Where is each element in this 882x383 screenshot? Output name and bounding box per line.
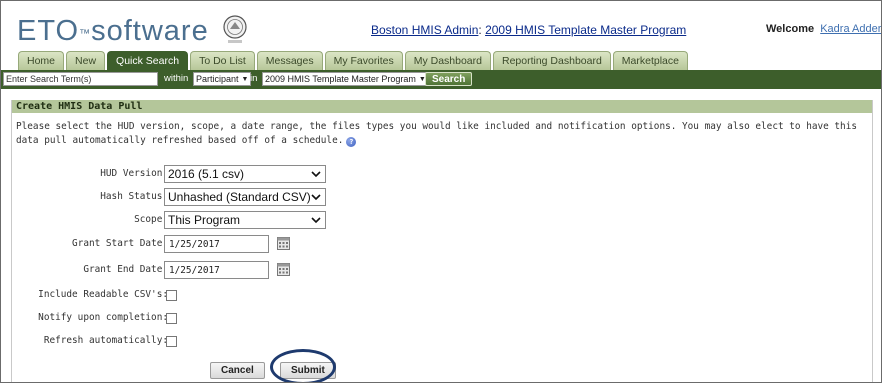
welcome-area: Welcome Kadra Adderly	[766, 23, 881, 35]
tab-marketplace[interactable]: Marketplace	[612, 51, 688, 70]
tab-my-dashboard[interactable]: My Dashboard	[404, 51, 491, 70]
grant-end-row: Grant End Date:	[12, 260, 872, 282]
panel-title: Create HMIS Data Pull	[12, 100, 872, 113]
spacer	[1, 89, 881, 100]
eto-logo: ETO™software	[17, 15, 209, 47]
search-button[interactable]: Search	[425, 72, 473, 86]
city-seal-icon	[223, 15, 247, 43]
tab-my-favorites[interactable]: My Favorites	[324, 51, 403, 70]
tab-reporting-dashboard[interactable]: Reporting Dashboard	[492, 51, 611, 70]
hash-status-select[interactable]: Unhashed (Standard CSV)	[164, 188, 326, 206]
tab-new[interactable]: New	[66, 51, 106, 70]
tab-quick-search[interactable]: Quick Search	[107, 51, 189, 70]
hud-version-select[interactable]: 2016 (5.1 csv)	[164, 165, 326, 183]
tab-messages[interactable]: Messages	[256, 51, 323, 70]
refresh-label: Refresh automatically:	[43, 335, 168, 346]
chevron-down-icon: ▼	[241, 76, 249, 83]
hash-status-label: Hash Status:	[100, 191, 168, 202]
scope-row: Scope: This Program	[12, 210, 872, 232]
grant-start-label: Grant Start Date:	[72, 238, 168, 249]
chevron-down-icon	[311, 171, 321, 178]
refresh-checkbox[interactable]	[166, 336, 177, 347]
search-program-select[interactable]: 2009 HMIS Template Master Program ▼	[262, 72, 429, 86]
search-scope-select[interactable]: Participant ▼	[193, 72, 252, 86]
cancel-button[interactable]: Cancel	[210, 362, 265, 379]
grant-end-label: Grant End Date:	[83, 264, 168, 275]
quick-search-bar: within Participant▼ in 2009 HMIS Templat…	[1, 70, 881, 89]
tab-home[interactable]: Home	[18, 51, 65, 70]
grant-start-date-input[interactable]	[164, 235, 269, 253]
create-hmis-data-pull-panel: Create HMIS Data Pull Please select the …	[11, 100, 873, 382]
hash-status-row: Hash Status: Unhashed (Standard CSV)	[12, 187, 872, 209]
refresh-row: Refresh automatically:	[12, 331, 872, 353]
hud-version-label: HUD Version:	[100, 168, 168, 179]
readable-csv-checkbox[interactable]	[166, 290, 177, 301]
header: ETO™software Boston HMIS Admin: 2009 HMI…	[1, 1, 881, 51]
help-icon[interactable]: ?	[346, 137, 357, 147]
grant-end-date-input[interactable]	[164, 261, 269, 279]
search-input[interactable]	[3, 72, 158, 86]
intro-text: Please select the HUD version, scope, a …	[16, 121, 857, 147]
program-link[interactable]: 2009 HMIS Template Master Program	[485, 23, 686, 37]
scope-select[interactable]: This Program	[164, 211, 326, 229]
scope-label: Scope:	[134, 214, 168, 225]
program-context: Boston HMIS Admin: 2009 HMIS Template Ma…	[371, 23, 687, 37]
user-link[interactable]: Kadra Adderly	[820, 23, 881, 35]
notify-checkbox[interactable]	[166, 313, 177, 324]
main-nav-tabs: Home New Quick Search To Do List Message…	[18, 51, 688, 70]
app-window: ETO™software Boston HMIS Admin: 2009 HMI…	[0, 0, 882, 383]
calendar-icon[interactable]	[277, 263, 290, 276]
admin-link[interactable]: Boston HMIS Admin	[371, 23, 478, 37]
chevron-down-icon	[311, 194, 321, 201]
readable-csv-row: Include Readable CSV's:	[12, 285, 872, 307]
readable-csv-label: Include Readable CSV's:	[38, 289, 168, 300]
grant-start-row: Grant Start Date:	[12, 234, 872, 256]
notify-label: Notify upon completion:	[38, 312, 168, 323]
chevron-down-icon	[311, 217, 321, 224]
notify-row: Notify upon completion:	[12, 308, 872, 330]
tab-to-do-list[interactable]: To Do List	[190, 51, 255, 70]
hud-version-row: HUD Version: 2016 (5.1 csv)	[12, 164, 872, 186]
calendar-icon[interactable]	[277, 237, 290, 250]
highlight-circle	[270, 349, 336, 382]
